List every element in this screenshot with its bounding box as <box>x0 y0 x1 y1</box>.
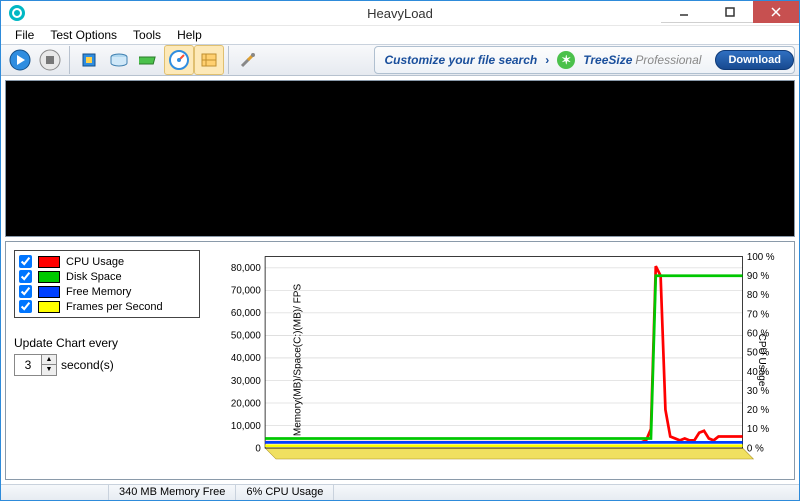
left-axis-label: Memory(MB)/Space(C:)(MB)/ FPS <box>293 284 304 436</box>
toolbar-divider <box>69 46 70 74</box>
legend-checkbox[interactable] <box>19 300 32 313</box>
right-axis-label: CPU Usage <box>756 334 767 387</box>
legend-label: CPU Usage <box>66 256 124 268</box>
tree-test-button[interactable] <box>194 45 224 75</box>
legend-label: Free Memory <box>66 286 131 298</box>
update-unit: second(s) <box>61 358 114 372</box>
svg-text:80 %: 80 % <box>747 291 770 302</box>
chart-controls: CPU Usage Disk Space Free Memory Frames per… <box>14 250 200 470</box>
maximize-button[interactable] <box>707 1 753 23</box>
memory-test-button[interactable] <box>134 45 164 75</box>
minimize-button[interactable] <box>661 1 707 23</box>
gpu-test-button[interactable] <box>164 45 194 75</box>
play-button[interactable] <box>5 45 35 75</box>
legend-item: Free Memory <box>19 285 195 298</box>
update-interval-input[interactable] <box>15 355 41 375</box>
update-label: Update Chart every <box>14 336 200 350</box>
svg-text:60,000: 60,000 <box>231 309 261 320</box>
app-window: HeavyLoad File Test Options Tools Help C… <box>0 0 800 501</box>
legend-item: Frames per Second <box>19 300 195 313</box>
legend-box: CPU Usage Disk Space Free Memory Frames per… <box>14 250 200 318</box>
svg-text:50,000: 50,000 <box>231 331 261 342</box>
svg-text:80,000: 80,000 <box>231 264 261 275</box>
spinner-down-icon[interactable]: ▼ <box>42 365 56 375</box>
update-interval-spinner[interactable]: ▲▼ <box>14 354 57 376</box>
update-interval-group: Update Chart every ▲▼ second(s) <box>14 336 200 376</box>
chart-canvas: Memory(MB)/Space(C:)(MB)/ FPS 0 10,000 20,… <box>200 250 786 470</box>
stop-button[interactable] <box>35 45 65 75</box>
menu-tools[interactable]: Tools <box>125 26 169 44</box>
chevron-right-icon: › <box>545 53 549 67</box>
menu-help[interactable]: Help <box>169 26 210 44</box>
legend-checkbox[interactable] <box>19 255 32 268</box>
toolbar: Customize your file search › ✶ TreeSize … <box>1 44 799 76</box>
chart-panel: CPU Usage Disk Space Free Memory Frames per… <box>5 241 795 479</box>
close-button[interactable] <box>753 1 799 23</box>
status-cpu: 6% CPU Usage <box>236 485 334 501</box>
promo-bar: Customize your file search › ✶ TreeSize … <box>374 46 795 74</box>
menubar: File Test Options Tools Help <box>1 25 799 44</box>
promo-product: TreeSize Professional <box>583 53 701 67</box>
status-memory: 340 MB Memory Free <box>109 485 236 501</box>
svg-text:90 %: 90 % <box>747 271 770 282</box>
window-title: HeavyLoad <box>367 6 433 21</box>
promo-product-light: Professional <box>635 53 701 67</box>
statusbar: 340 MB Memory Free 6% CPU Usage <box>1 484 799 501</box>
legend-checkbox[interactable] <box>19 285 32 298</box>
menu-file[interactable]: File <box>7 26 42 44</box>
legend-label: Disk Space <box>66 271 122 283</box>
spinner-buttons[interactable]: ▲▼ <box>41 355 56 375</box>
svg-text:30,000: 30,000 <box>231 376 261 387</box>
status-spacer <box>1 485 109 501</box>
svg-text:40,000: 40,000 <box>231 354 261 365</box>
svg-text:10 %: 10 % <box>747 425 770 436</box>
legend-checkbox[interactable] <box>19 270 32 283</box>
legend-item: CPU Usage <box>19 255 195 268</box>
legend-item: Disk Space <box>19 270 195 283</box>
svg-text:100 %: 100 % <box>747 252 775 263</box>
chart-svg: 0 10,000 20,000 30,000 40,000 50,000 60,000 70,… <box>200 250 786 470</box>
svg-text:30 %: 30 % <box>747 386 770 397</box>
cpu-test-button[interactable] <box>74 45 104 75</box>
app-icon <box>9 5 25 21</box>
legend-swatch <box>38 301 60 313</box>
legend-swatch <box>38 256 60 268</box>
settings-button[interactable] <box>233 45 263 75</box>
window-controls <box>661 1 799 25</box>
legend-swatch <box>38 271 60 283</box>
promo-tagline: Customize your file search <box>385 53 538 67</box>
legend-label: Frames per Second <box>66 301 163 313</box>
menu-test-options[interactable]: Test Options <box>42 26 125 44</box>
titlebar: HeavyLoad <box>1 1 799 25</box>
disk-test-button[interactable] <box>104 45 134 75</box>
svg-text:20 %: 20 % <box>747 405 770 416</box>
svg-text:0: 0 <box>255 444 261 455</box>
svg-text:10,000: 10,000 <box>231 421 261 432</box>
promo-product-bold: TreeSize <box>583 53 632 67</box>
treesize-icon: ✶ <box>557 51 575 69</box>
svg-text:0 %: 0 % <box>747 444 764 455</box>
toolbar-divider <box>228 46 229 74</box>
spinner-up-icon[interactable]: ▲ <box>42 355 56 365</box>
svg-text:20,000: 20,000 <box>231 399 261 410</box>
legend-swatch <box>38 286 60 298</box>
download-button[interactable]: Download <box>715 50 794 70</box>
svg-text:70 %: 70 % <box>747 310 770 321</box>
render-viewport <box>5 80 795 237</box>
svg-text:70,000: 70,000 <box>231 286 261 297</box>
